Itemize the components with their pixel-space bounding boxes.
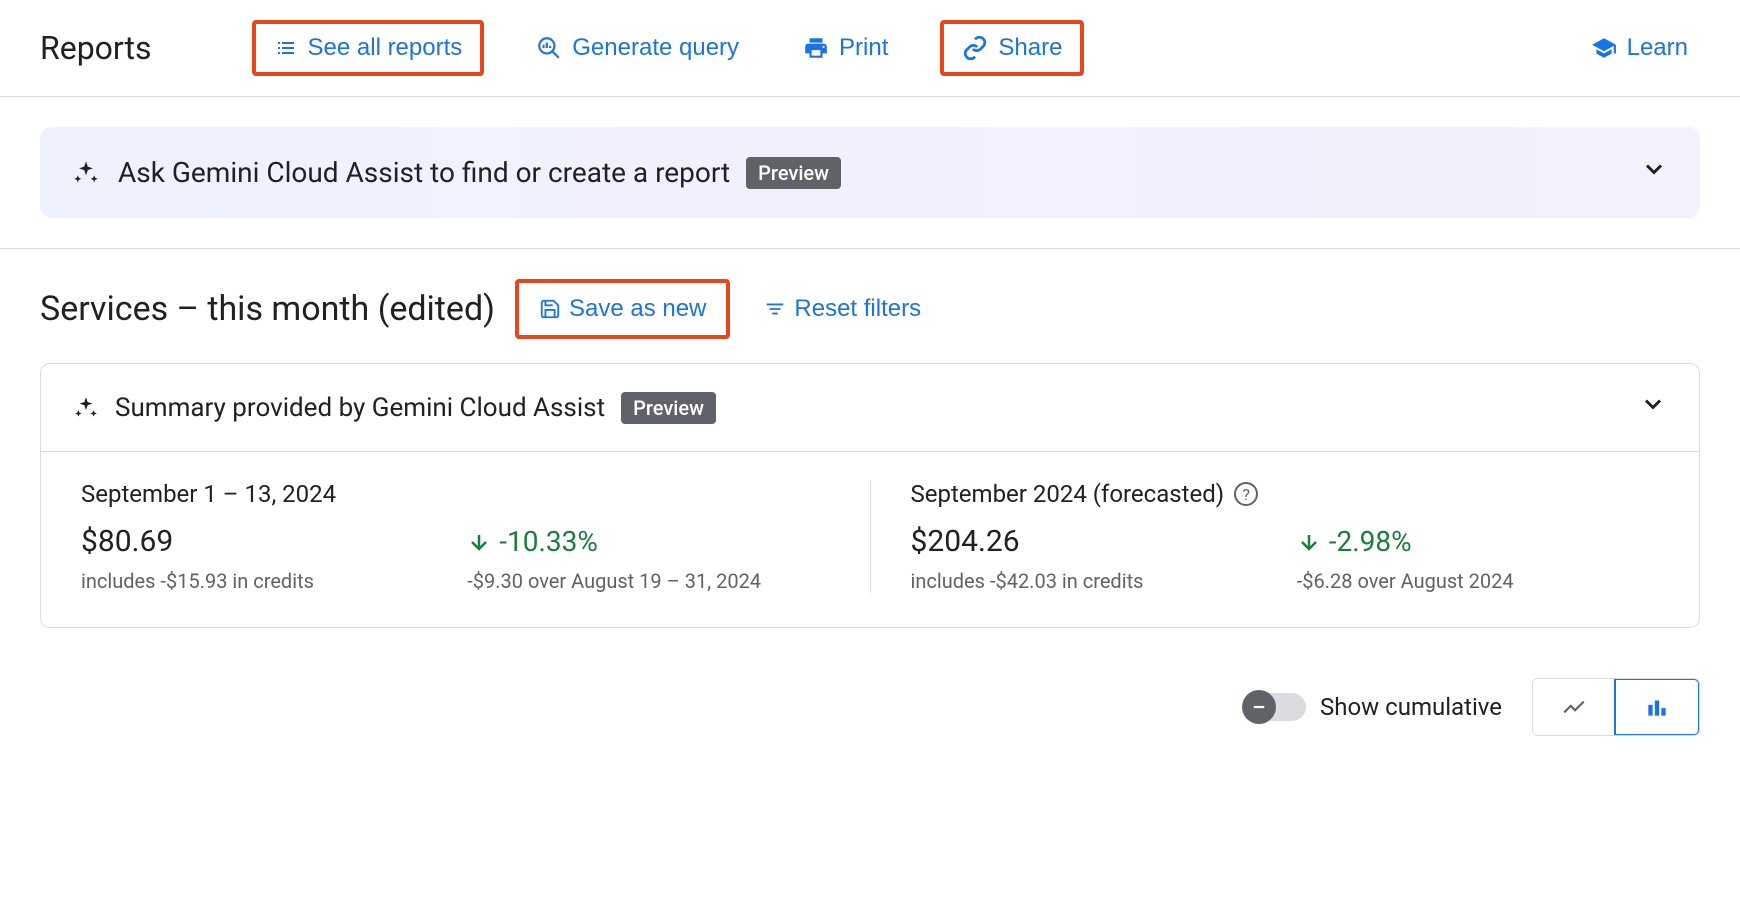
learn-label: Learn (1627, 34, 1688, 62)
gemini-banner-text: Ask Gemini Cloud Assist to find or creat… (118, 156, 730, 189)
save-as-new-label: Save as new (569, 295, 706, 323)
stat-amount: $204.26 (911, 524, 1273, 559)
page-title: Reports (40, 29, 152, 67)
highlight-share: Share (940, 20, 1084, 76)
reset-filters-label: Reset filters (794, 295, 921, 323)
stat-amount: $80.69 (81, 524, 443, 559)
highlight-save-as-new: Save as new (515, 279, 730, 339)
arrow-down-icon (1297, 530, 1321, 554)
print-button[interactable]: Print (791, 26, 900, 70)
stat-range: September 2024 (forecasted) ? (911, 480, 1660, 508)
show-cumulative-toggle-wrap: Show cumulative (1246, 693, 1502, 721)
print-icon (803, 35, 829, 61)
toggle-knob (1242, 690, 1276, 724)
show-cumulative-toggle[interactable] (1246, 693, 1306, 721)
gemini-banner-text-wrap: Ask Gemini Cloud Assist to find or creat… (118, 156, 1622, 189)
stat-delta-pct: -10.33% (499, 525, 598, 558)
line-chart-button[interactable] (1533, 679, 1615, 735)
stat-range: September 1 – 13, 2024 (81, 480, 830, 508)
chart-type-toggle (1532, 678, 1700, 736)
show-cumulative-label: Show cumulative (1320, 693, 1502, 721)
chevron-down-icon (1640, 155, 1668, 190)
chevron-down-icon (1639, 390, 1667, 425)
summary-header[interactable]: Summary provided by Gemini Cloud Assist … (41, 364, 1699, 452)
bar-chart-icon (1644, 694, 1670, 720)
reset-filters-button[interactable]: Reset filters (750, 285, 935, 333)
stat-delta-pct: -2.98% (1329, 525, 1412, 558)
stat-range-text: September 1 – 13, 2024 (81, 480, 336, 508)
preview-badge: Preview (621, 392, 716, 424)
stat-delta: -2.98% (1297, 524, 1659, 559)
share-button[interactable]: Share (950, 26, 1074, 70)
header-bar: Reports See all reports Generate query P… (0, 0, 1740, 97)
stat-block-current: September 1 – 13, 2024 $80.69 -10.33% in… (81, 480, 871, 593)
learn-button[interactable]: Learn (1579, 26, 1700, 70)
learn-icon (1591, 35, 1617, 61)
help-icon[interactable]: ? (1234, 482, 1258, 506)
summary-card: Summary provided by Gemini Cloud Assist … (40, 363, 1700, 628)
share-label: Share (998, 34, 1062, 62)
bar-chart-button[interactable] (1614, 678, 1700, 736)
stat-delta: -10.33% (467, 524, 829, 559)
bottom-controls: Show cumulative (0, 658, 1740, 776)
stat-range-text: September 2024 (forecasted) (911, 480, 1225, 508)
summary-title: Summary provided by Gemini Cloud Assist (115, 393, 605, 423)
report-title: Services – this month (edited) (40, 289, 495, 329)
print-label: Print (839, 34, 888, 62)
list-icon (274, 36, 298, 60)
line-chart-icon (1561, 694, 1587, 720)
stats-body: September 1 – 13, 2024 $80.69 -10.33% in… (41, 452, 1699, 627)
report-title-row: Services – this month (edited) Save as n… (0, 249, 1740, 363)
arrow-down-icon (467, 530, 491, 554)
stat-credits-note: includes -$42.03 in credits (911, 569, 1273, 593)
preview-badge: Preview (746, 157, 841, 189)
save-icon (539, 298, 561, 320)
stat-delta-note: -$9.30 over August 19 – 31, 2024 (467, 569, 829, 593)
stat-delta-note: -$6.28 over August 2024 (1297, 569, 1659, 593)
see-all-reports-button[interactable]: See all reports (262, 26, 475, 70)
generate-query-label: Generate query (572, 34, 739, 62)
highlight-see-all: See all reports (252, 20, 485, 76)
save-as-new-button[interactable]: Save as new (525, 285, 720, 333)
gemini-banner[interactable]: Ask Gemini Cloud Assist to find or creat… (40, 127, 1700, 218)
query-icon (536, 35, 562, 61)
filter-reset-icon (764, 298, 786, 320)
sparkle-icon (73, 395, 99, 421)
stat-credits-note: includes -$15.93 in credits (81, 569, 443, 593)
generate-query-button[interactable]: Generate query (524, 26, 751, 70)
see-all-reports-label: See all reports (308, 34, 463, 62)
stat-block-forecast: September 2024 (forecasted) ? $204.26 -2… (871, 480, 1660, 593)
link-icon (962, 35, 988, 61)
sparkle-icon (72, 159, 100, 187)
